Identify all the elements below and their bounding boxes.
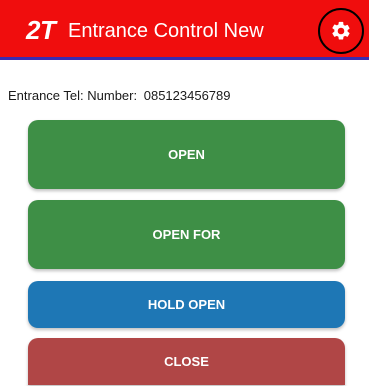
hold-open-button[interactable]: HOLD OPEN [28, 281, 345, 328]
app-bar: 2T Entrance Control New [0, 0, 369, 60]
entrance-tel-label: Entrance Tel: Number: [8, 88, 138, 103]
open-for-button[interactable]: OPEN FOR [28, 200, 345, 269]
app-title: Entrance Control New [68, 20, 264, 42]
settings-button[interactable] [318, 8, 364, 54]
entrance-tel-number: 085123456789 [143, 88, 231, 103]
open-button[interactable]: OPEN [28, 120, 345, 189]
entrance-tel-row: Entrance Tel: Number: 085123456789 [8, 88, 231, 103]
gear-icon [332, 21, 350, 40]
app-logo: 2T [26, 15, 56, 45]
close-button[interactable]: CLOSE [28, 338, 345, 385]
